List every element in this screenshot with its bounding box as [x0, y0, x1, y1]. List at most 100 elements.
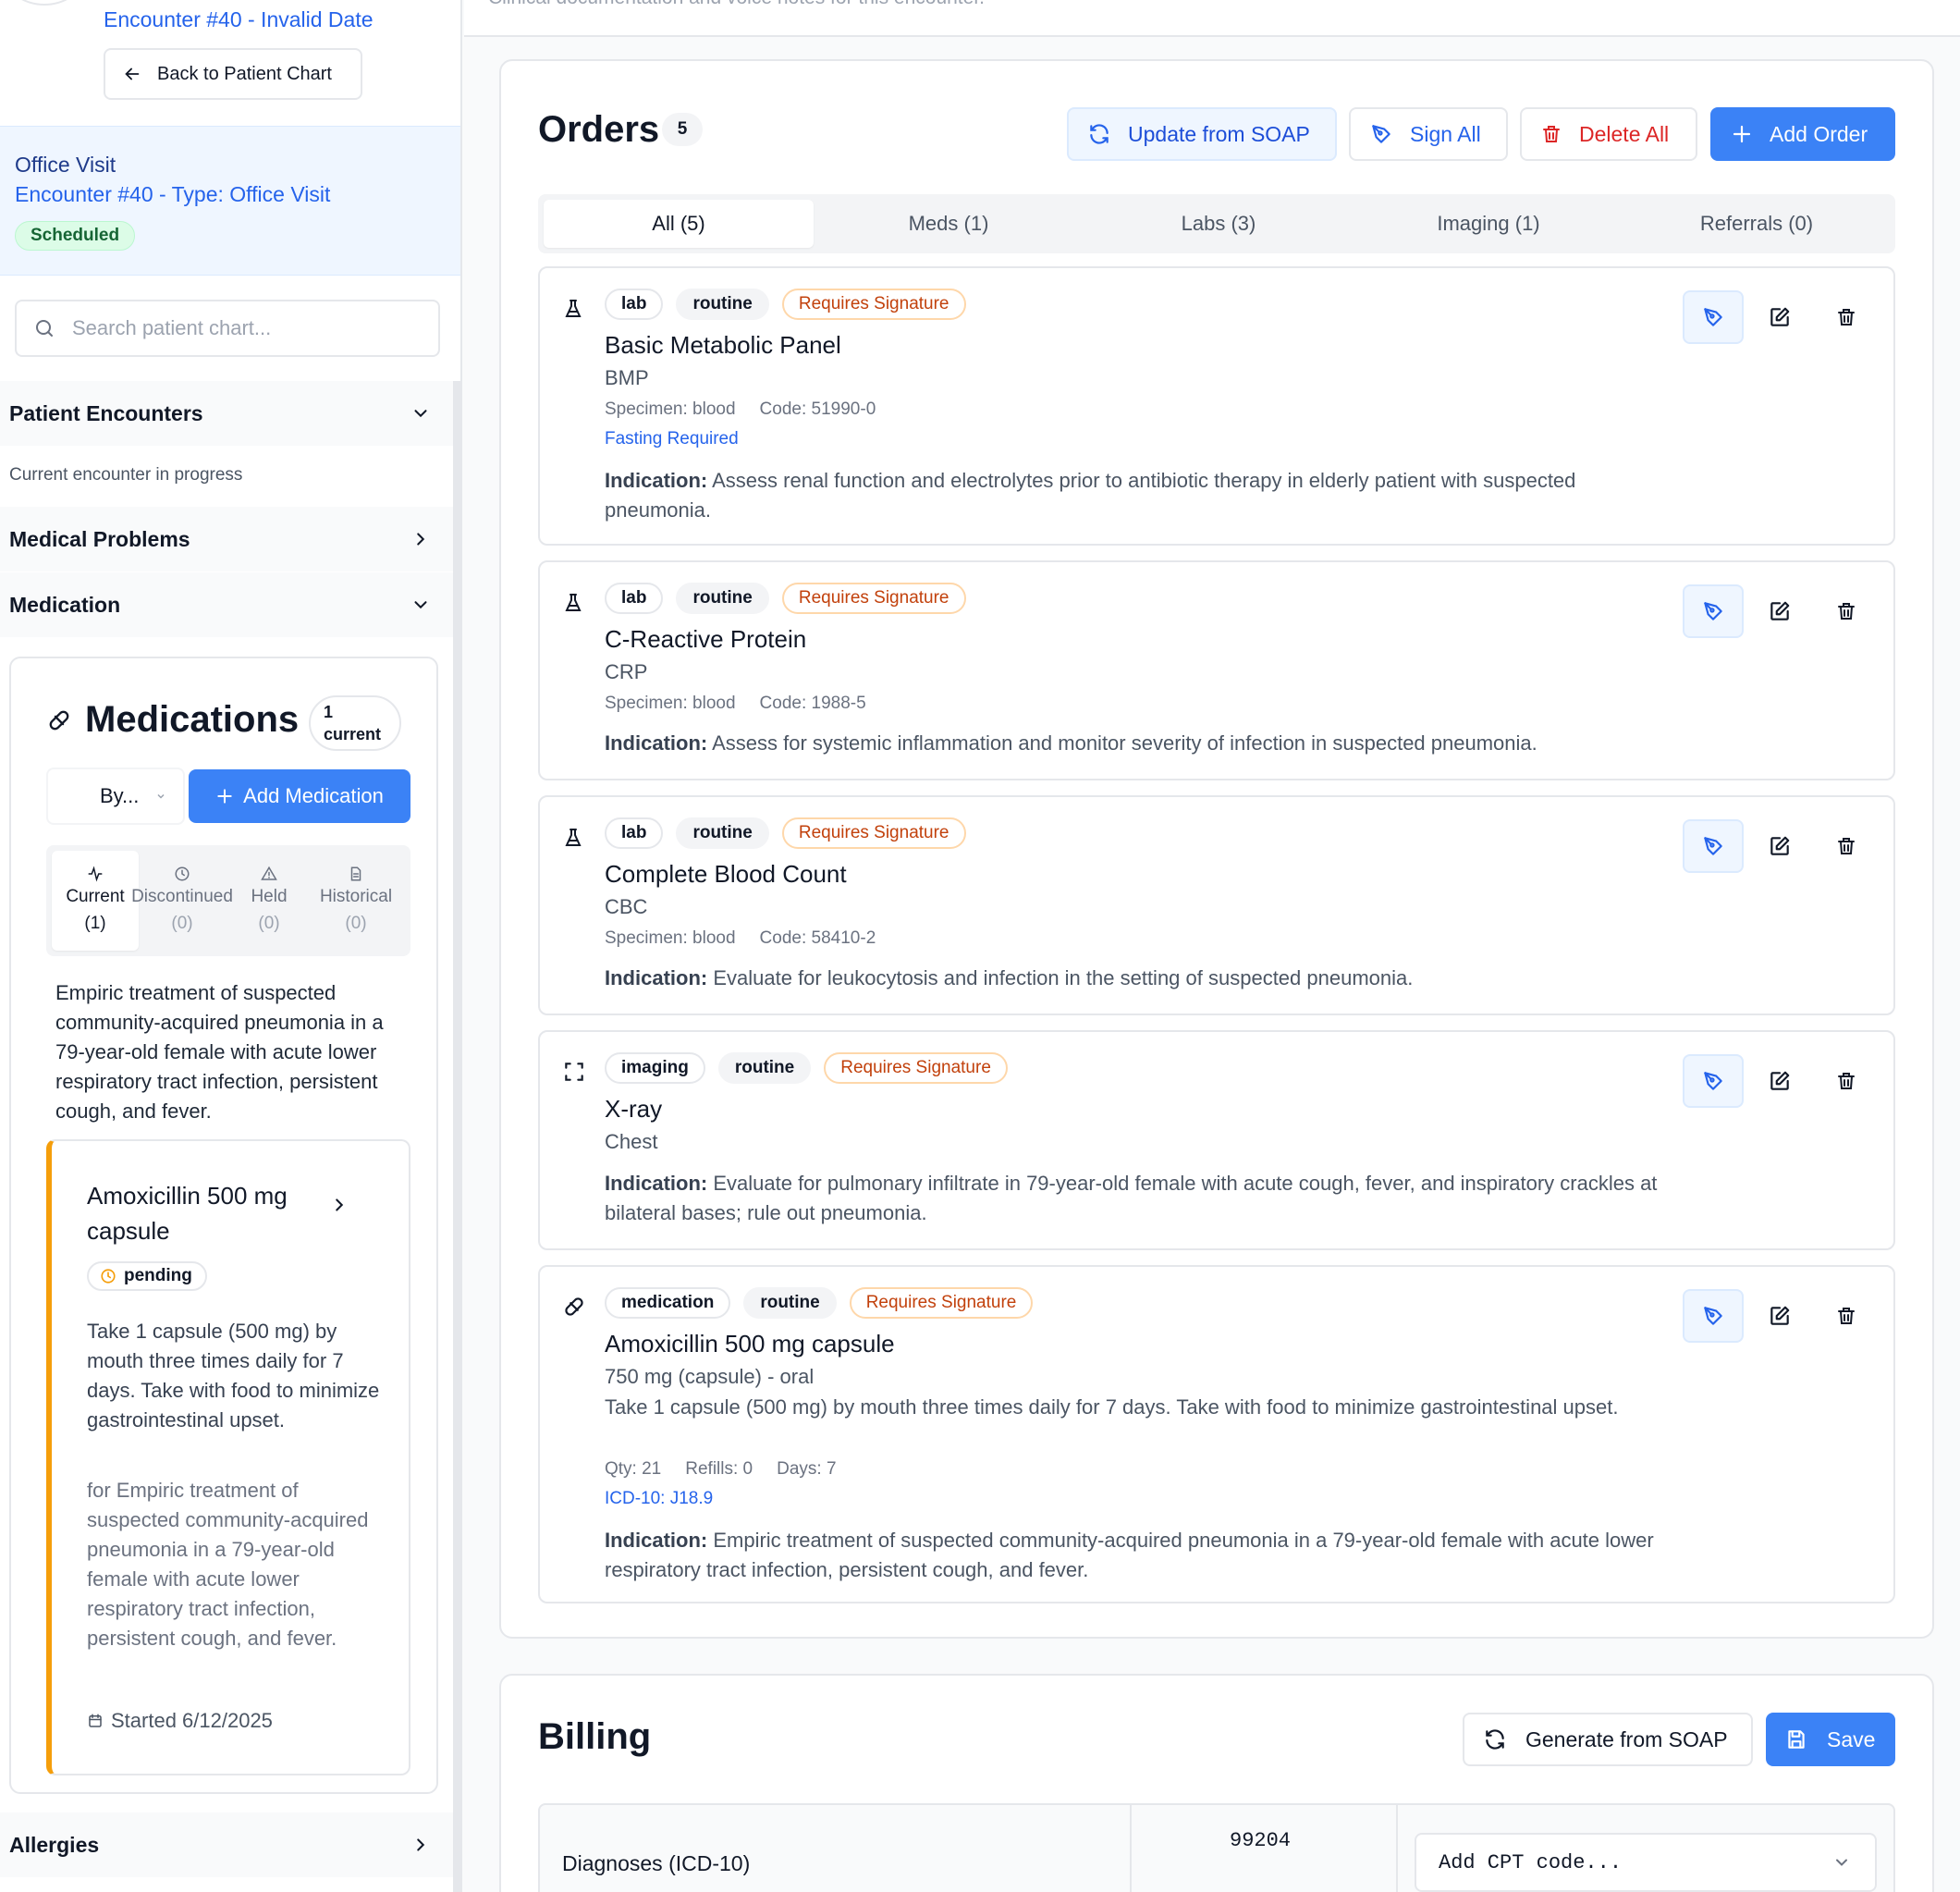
order-tags: medication routine Requires Signature: [605, 1287, 1034, 1319]
arrow-left-icon: [122, 64, 142, 84]
edit-order-button[interactable]: [1749, 819, 1810, 873]
delete-all-button[interactable]: Delete All: [1520, 107, 1697, 161]
add-cpt-placeholder: Add CPT code...: [1439, 1850, 1623, 1874]
tab-imaging[interactable]: Imaging (1): [1354, 200, 1623, 248]
section-patient-encounters[interactable]: Patient Encounters: [0, 381, 453, 446]
sidebar-scrollbar[interactable]: [453, 381, 460, 1892]
order-tags: lab routine Requires Signature: [605, 583, 966, 614]
indication-label: Indication:: [605, 469, 708, 492]
order-indication: Indication: Evaluate for leukocytosis an…: [605, 964, 1677, 993]
order-name: C-Reactive Protein: [605, 625, 807, 653]
count-label: current: [324, 725, 382, 743]
refills: Refills: 0: [685, 1459, 753, 1479]
count-number: 1: [324, 703, 334, 721]
patient-header: Encounter #40 - Invalid Date Back to Pat…: [0, 0, 460, 126]
specimen: Specimen: blood: [605, 399, 736, 419]
order-indication: Indication: Empiric treatment of suspect…: [605, 1526, 1677, 1585]
indication-text: Assess renal function and electrolytes p…: [605, 469, 1576, 522]
tab-labs[interactable]: Labs (3): [1084, 200, 1354, 248]
tab-historical[interactable]: Historical (0): [312, 851, 399, 951]
update-from-soap-button[interactable]: Update from SOAP: [1067, 107, 1337, 161]
icd-code-link[interactable]: ICD-10: J18.9: [605, 1489, 713, 1509]
order-name: Amoxicillin 500 mg capsule: [605, 1330, 895, 1358]
sign-all-button[interactable]: Sign All: [1349, 107, 1508, 161]
flask-icon: [562, 296, 584, 322]
edit-order-button[interactable]: [1749, 1054, 1810, 1108]
tab-count: (0): [345, 914, 367, 933]
orders-count-badge: 5: [662, 113, 703, 146]
delete-all-label: Delete All: [1579, 121, 1670, 146]
add-medication-label: Add Medication: [243, 784, 384, 807]
scan-icon: [562, 1060, 586, 1084]
order-meta: Qty: 21 Refills: 0 Days: 7: [605, 1459, 837, 1480]
tab-current[interactable]: Current (1): [52, 851, 139, 951]
add-order-button[interactable]: Add Order: [1710, 107, 1895, 161]
edit-order-button[interactable]: [1749, 584, 1810, 638]
tab-count: (0): [258, 914, 280, 933]
tab-label: Discontinued: [131, 887, 233, 906]
section-medication[interactable]: Medication: [0, 572, 453, 637]
add-cpt-select[interactable]: Add CPT code...: [1415, 1833, 1877, 1892]
section-label: Allergies: [9, 1832, 100, 1857]
order-abbreviation: Chest: [605, 1130, 658, 1153]
indication-label: Indication:: [605, 1529, 708, 1552]
medication-item[interactable]: Amoxicillin 500 mg capsule pending Take …: [46, 1139, 410, 1775]
sign-order-button[interactable]: [1683, 819, 1744, 873]
billing-panel: Billing Generate from SOAP Save Diagnose…: [499, 1674, 1934, 1892]
save-billing-button[interactable]: Save: [1766, 1713, 1895, 1766]
sign-order-button[interactable]: [1683, 290, 1744, 344]
edit-order-button[interactable]: [1749, 290, 1810, 344]
delete-order-button[interactable]: [1816, 1054, 1877, 1108]
type-tag: lab: [605, 583, 664, 614]
generate-label: Generate from SOAP: [1525, 1726, 1728, 1751]
sign-order-button[interactable]: [1683, 1289, 1744, 1343]
type-tag: lab: [605, 817, 664, 849]
generate-from-soap-button[interactable]: Generate from SOAP: [1463, 1713, 1753, 1766]
order-tags: lab routine Requires Signature: [605, 817, 966, 849]
add-medication-button[interactable]: Add Medication: [189, 769, 410, 823]
tab-referrals[interactable]: Referrals (0): [1622, 200, 1892, 248]
medications-title: Medications: [85, 699, 300, 740]
order-actions: [1683, 1054, 1877, 1108]
section-medical-problems[interactable]: Medical Problems: [0, 507, 453, 571]
edit-icon: [1768, 1304, 1792, 1328]
chevron-right-icon[interactable]: [329, 1195, 349, 1215]
order-indication: Indication: Assess renal function and el…: [605, 466, 1677, 525]
indication-text: Assess for systemic inflammation and mon…: [712, 731, 1537, 755]
delete-order-button[interactable]: [1816, 584, 1877, 638]
pen-tool-icon: [1701, 834, 1725, 858]
delete-order-button[interactable]: [1816, 819, 1877, 873]
delete-order-button[interactable]: [1816, 290, 1877, 344]
activity-icon: [87, 866, 104, 882]
tab-all[interactable]: All (5): [544, 200, 814, 248]
sign-order-button[interactable]: [1683, 1054, 1744, 1108]
page-subtitle-bar: Clinical documentation and voice notes f…: [464, 0, 1960, 37]
order-actions: [1683, 290, 1877, 344]
tab-meds[interactable]: Meds (1): [814, 200, 1084, 248]
pill-icon: [562, 1295, 586, 1319]
status-badge: Scheduled: [15, 221, 136, 251]
tab-discontinued[interactable]: Discontinued (0): [131, 851, 233, 951]
encounter-line[interactable]: Encounter #40 - Invalid Date: [104, 7, 374, 32]
order-meta: Specimen: blood Code: 58410-2: [605, 928, 876, 949]
tab-held[interactable]: Held (0): [226, 851, 312, 951]
order-filter-tabs: All (5) Meds (1) Labs (3) Imaging (1) Re…: [538, 194, 1895, 253]
edit-order-button[interactable]: [1749, 1289, 1810, 1343]
search-input[interactable]: [72, 316, 423, 340]
orders-title: Orders: [538, 109, 660, 150]
chart-search[interactable]: [15, 300, 440, 357]
medication-group-description: Empiric treatment of suspected community…: [55, 981, 384, 1123]
delete-order-button[interactable]: [1816, 1289, 1877, 1343]
order-meta: Specimen: blood Code: 1988-5: [605, 694, 866, 714]
chevron-down-icon: [410, 403, 431, 424]
sort-select[interactable]: By...: [46, 768, 185, 825]
priority-tag: routine: [676, 289, 769, 320]
medication-name: Amoxicillin 500 mg capsule: [87, 1182, 288, 1245]
back-to-chart-button[interactable]: Back to Patient Chart: [104, 48, 362, 100]
pen-tool-icon: [1701, 305, 1725, 329]
order-name: Complete Blood Count: [605, 860, 847, 888]
order-abbreviation: BMP: [605, 366, 649, 389]
diagnoses-header: Diagnoses (ICD-10): [562, 1851, 751, 1875]
section-allergies[interactable]: Allergies: [0, 1812, 453, 1877]
sign-order-button[interactable]: [1683, 584, 1744, 638]
